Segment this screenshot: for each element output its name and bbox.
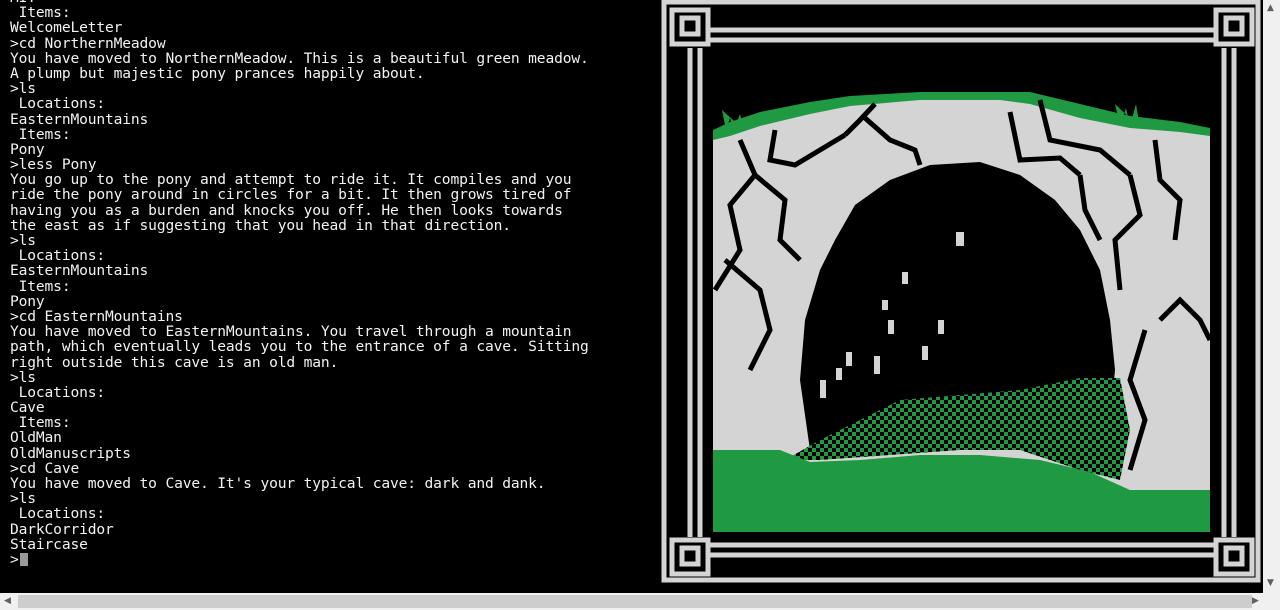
terminal-line: path, which eventually leads you to the … bbox=[10, 338, 589, 356]
scroll-right-arrow-icon[interactable]: ▶ bbox=[1252, 597, 1259, 606]
horizontal-scrollbar[interactable]: ◀ ▶ bbox=[0, 593, 1280, 610]
terminal-line: You have moved to NorthernMeadow. This i… bbox=[10, 49, 589, 67]
terminal-line: right outside this cave is an old man. bbox=[10, 353, 339, 371]
terminal-line: Locations: bbox=[10, 505, 106, 523]
terminal-line: Pony bbox=[10, 292, 45, 310]
terminal-line: DarkCorridor bbox=[10, 520, 114, 538]
terminal-line: Items: bbox=[10, 414, 71, 432]
terminal-line: OldMan bbox=[10, 429, 62, 447]
terminal-line: >cd NorthernMeadow bbox=[10, 34, 166, 52]
terminal-line: EasternMountains bbox=[10, 262, 149, 280]
terminal-line: You have moved to Cave. It's your typica… bbox=[10, 475, 546, 492]
terminal-line: >ls bbox=[10, 490, 36, 508]
terminal-line: WelcomeLetter bbox=[10, 19, 123, 37]
terminal-line: >ls bbox=[10, 368, 36, 386]
prompt-symbol: > bbox=[10, 550, 19, 568]
terminal-output: MIT Items:WelcomeLetter>cd NorthernMeado… bbox=[10, 0, 650, 590]
scroll-down-arrow-icon[interactable]: ▼ bbox=[1267, 579, 1274, 588]
scroll-left-arrow-icon[interactable]: ◀ bbox=[4, 597, 11, 606]
terminal-line: A plump but majestic pony prances happil… bbox=[10, 64, 425, 82]
terminal-line: You have moved to EasternMountains. You … bbox=[10, 323, 572, 341]
terminal-line: EasternMountains bbox=[10, 110, 149, 128]
text-cursor bbox=[19, 552, 28, 566]
terminal-line: Items: bbox=[10, 277, 71, 295]
terminal-line: Locations: bbox=[10, 247, 106, 265]
terminal-line: Locations: bbox=[10, 95, 106, 113]
vertical-scrollbar[interactable]: ▲ ▼ bbox=[1263, 0, 1280, 593]
terminal-line: >cd Cave bbox=[10, 459, 80, 477]
terminal-line: OldManuscripts bbox=[10, 444, 131, 462]
terminal-line: >ls bbox=[10, 232, 36, 249]
terminal-line: the east as if suggesting that you head … bbox=[10, 216, 511, 234]
cave-scene-picture bbox=[660, 0, 1263, 586]
terminal-line: >cd EasternMountains bbox=[10, 307, 183, 325]
terminal-line: Pony bbox=[10, 140, 45, 158]
cave-illustration bbox=[712, 92, 1213, 532]
scrollbar-thumb[interactable] bbox=[18, 595, 1252, 608]
terminal-line: >less Pony bbox=[10, 156, 97, 174]
terminal-line: ride the pony around in circles for a bi… bbox=[10, 186, 572, 204]
terminal-line: >ls bbox=[10, 80, 36, 98]
scroll-up-arrow-icon[interactable]: ▲ bbox=[1267, 4, 1274, 13]
terminal-line: Locations: bbox=[10, 383, 106, 401]
terminal-line: having you as a burden and knocks you of… bbox=[10, 201, 563, 219]
terminal-line: Items: bbox=[10, 125, 71, 143]
terminal-line: Items: bbox=[10, 4, 71, 22]
terminal-line: You go up to the pony and attempt to rid… bbox=[10, 171, 572, 189]
terminal-line: Staircase bbox=[10, 535, 88, 553]
terminal-line: Cave bbox=[10, 399, 45, 417]
command-prompt[interactable]: > bbox=[10, 552, 650, 567]
